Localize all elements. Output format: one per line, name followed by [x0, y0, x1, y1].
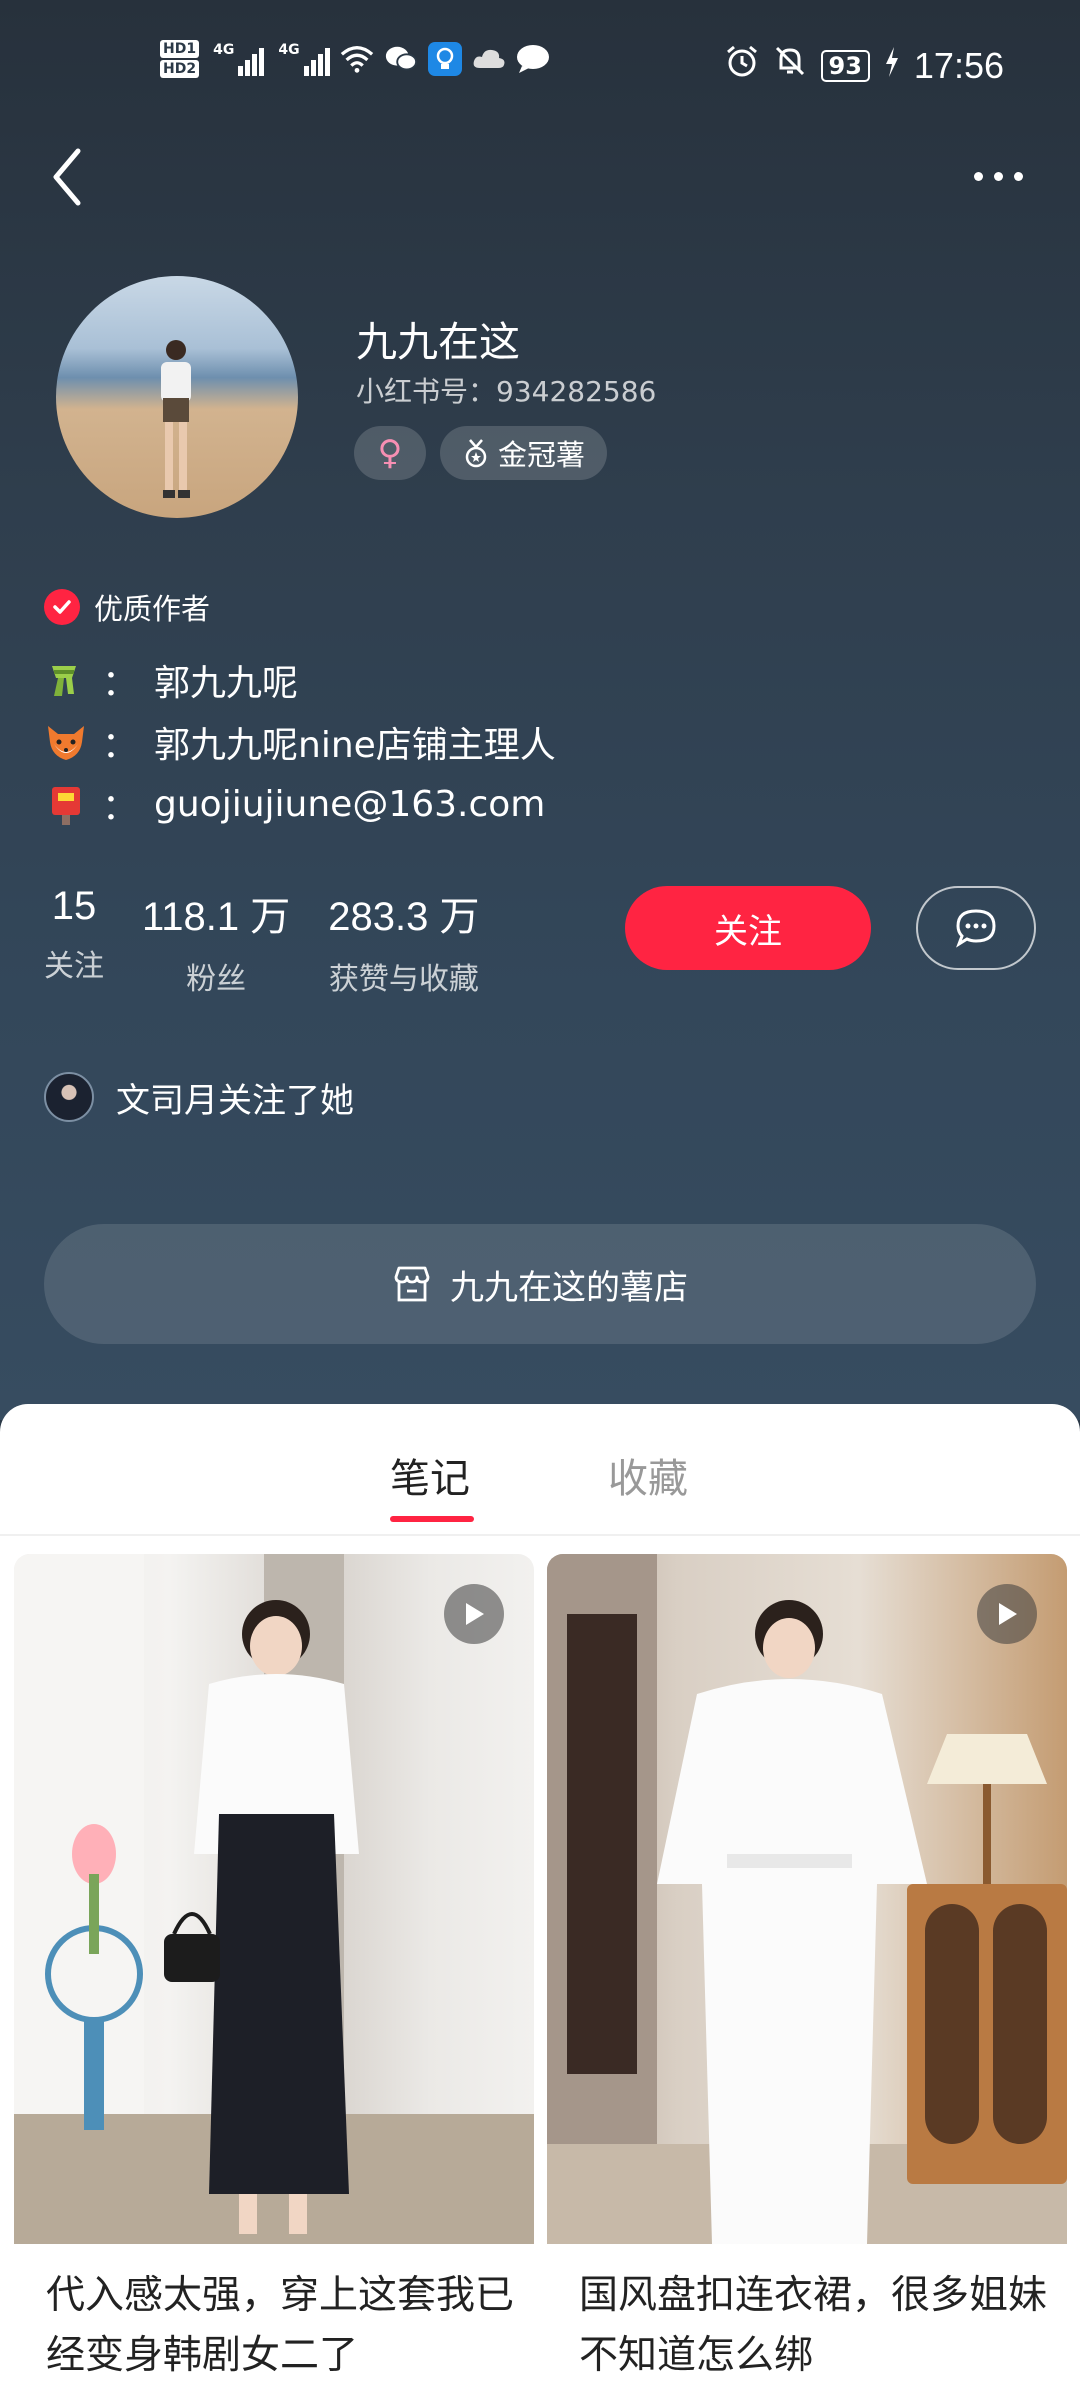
note-card[interactable]: 代入感太强，穿上这套我已经变身韩剧女二了 — [14, 1554, 534, 2400]
avatar-photo — [161, 340, 191, 498]
bulb-app-icon — [427, 42, 462, 76]
clock-time: 17:56 — [913, 44, 1004, 86]
wechat-icon — [384, 42, 418, 76]
avatar[interactable] — [56, 276, 298, 518]
cloud-icon — [472, 42, 506, 76]
bio-text-1: 郭九九呢 — [154, 663, 299, 704]
likes-count: 283.3 万 — [328, 895, 480, 939]
postbox-icon — [44, 782, 88, 826]
stat-likes[interactable]: 283.3 万 获赞与收藏 — [328, 884, 479, 998]
more-dots-icon — [973, 171, 983, 181]
message-button[interactable] — [916, 886, 1036, 970]
gender-tag: ♀ — [354, 426, 426, 480]
female-icon: ♀ — [377, 433, 403, 473]
bio-line-1: ： 郭九九呢 — [44, 654, 298, 706]
shop-button[interactable]: 九九在这的薯店 — [44, 1224, 1036, 1344]
level-badge-label: 金冠薯 — [498, 438, 586, 472]
alarm-icon — [725, 44, 759, 87]
profile-header — [0, 0, 1080, 1420]
status-right: 93 17:56 — [725, 44, 1004, 87]
signal-icon-2: 4G — [278, 42, 330, 76]
username: 九九在这 — [356, 318, 520, 366]
following-label: 关注 — [44, 949, 104, 984]
status-left: HD1 HD2 4G 4G — [160, 40, 550, 78]
quality-author-badge: 优质作者 — [44, 586, 210, 628]
likes-label: 获赞与收藏 — [328, 962, 479, 997]
chat-bubble-icon — [956, 909, 996, 948]
quality-author-label: 优质作者 — [94, 592, 211, 626]
hd2-badge: HD2 — [160, 60, 200, 78]
bio-separator: ： — [102, 663, 139, 704]
note-card[interactable]: 国风盘扣连衣裙，很多姐妹不知道怎么绑 — [547, 1554, 1067, 2400]
back-button[interactable] — [48, 145, 88, 209]
bio-separator: ： — [102, 725, 139, 766]
mutual-follow-row[interactable]: 文司月关注了她 — [44, 1072, 354, 1122]
followers-count: 118.1 万 — [142, 895, 291, 939]
hd1-badge: HD1 — [160, 40, 200, 58]
network-label-2: 4G — [278, 42, 300, 58]
active-tab-indicator — [390, 1516, 474, 1522]
note-cover-illustration — [14, 1554, 534, 2244]
following-count: 15 — [51, 884, 97, 928]
mutual-follow-text: 文司月关注了她 — [116, 1080, 354, 1121]
wifi-icon — [340, 42, 374, 76]
bio-line-3: ： guojiujiune@163.com — [44, 778, 545, 830]
mutual-follow-avatar — [44, 1072, 94, 1122]
video-play-icon — [444, 1584, 504, 1644]
note-cover-image — [14, 1554, 534, 2244]
tab-collections[interactable]: 收藏 — [608, 1446, 688, 1504]
signal-icon: 4G — [213, 42, 265, 76]
content-tabs: 笔记 收藏 — [0, 1404, 1080, 1536]
more-options-button[interactable] — [968, 158, 1028, 194]
shop-button-label: 九九在这的薯店 — [450, 1267, 688, 1308]
user-id: 小红书号：934282586 — [356, 375, 657, 408]
stat-followers[interactable]: 118.1 万 粉丝 — [142, 884, 290, 998]
note-title: 代入感太强，穿上这套我已经变身韩剧女二了 — [46, 2273, 515, 2378]
stat-following[interactable]: 15 关注 — [44, 884, 104, 998]
profile-tags: ♀ 金冠薯 — [354, 426, 608, 480]
bio-text-3: guojiujiune@163.com — [154, 783, 546, 825]
follow-button[interactable]: 关注 — [625, 886, 871, 970]
medal-icon — [465, 439, 487, 468]
network-label-1: 4G — [213, 42, 235, 58]
mute-icon — [773, 44, 807, 87]
hd-indicators: HD1 HD2 — [160, 40, 200, 78]
video-play-icon — [977, 1584, 1037, 1644]
level-badge[interactable]: 金冠薯 — [440, 426, 608, 480]
bio-separator: ： — [102, 787, 139, 828]
content-sheet: 笔记 收藏 代入感太强，穿上这套我已经变身韩剧女二了 国风盘扣连衣裙，很多姐妹不… — [0, 1404, 1080, 2400]
store-icon — [394, 1266, 430, 1302]
message-icon — [516, 42, 550, 76]
verified-check-icon — [44, 589, 80, 625]
scarf-icon — [44, 658, 88, 702]
bio-line-2: ： 郭九九呢nine店铺主理人 — [44, 716, 556, 768]
bio-text-2: 郭九九呢nine店铺主理人 — [154, 725, 556, 766]
note-cover-image — [547, 1554, 1067, 2244]
profile-stats: 15 关注 118.1 万 粉丝 283.3 万 获赞与收藏 — [44, 884, 479, 998]
followers-label: 粉丝 — [186, 962, 247, 997]
chevron-left-icon — [53, 148, 81, 206]
note-cover-illustration — [547, 1554, 1067, 2244]
charging-icon — [884, 46, 900, 86]
fox-icon — [44, 720, 88, 764]
status-bar: HD1 HD2 4G 4G 93 17:56 — [0, 0, 1080, 130]
note-title: 国风盘扣连衣裙，很多姐妹不知道怎么绑 — [579, 2273, 1048, 2378]
tab-notes[interactable]: 笔记 — [390, 1446, 470, 1504]
battery-indicator: 93 — [820, 49, 870, 82]
